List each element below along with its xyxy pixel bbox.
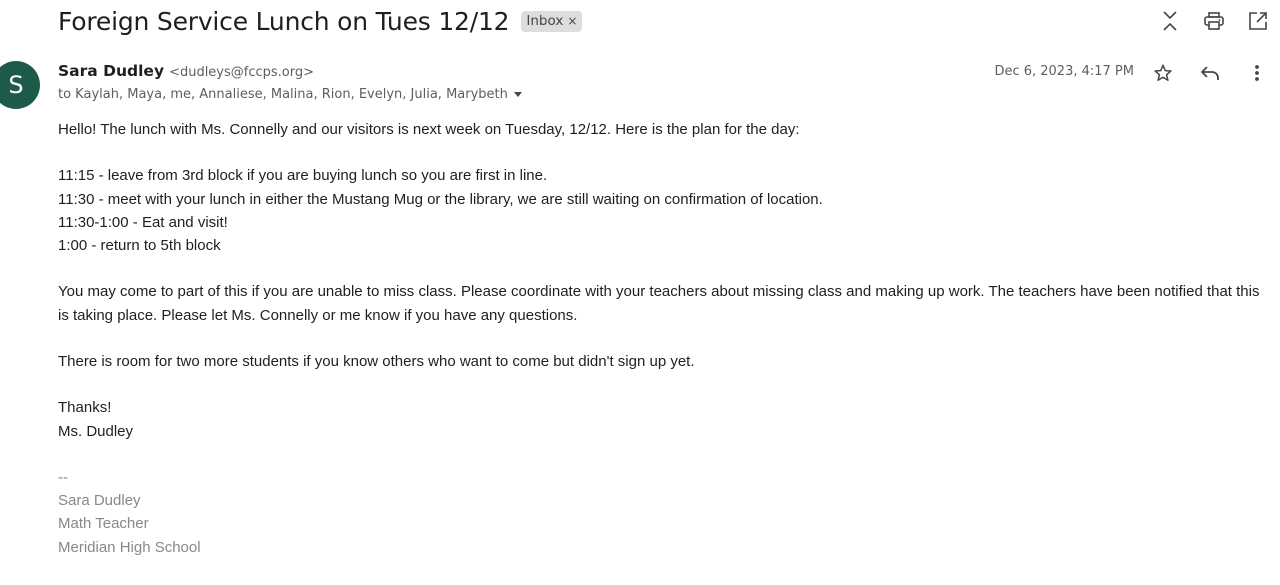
schedule-item: 11:30-1:00 - Eat and visit! [58,213,228,231]
email-subject: Foreign Service Lunch on Tues 12/12 [58,6,510,36]
signature-separator: -- [58,468,68,486]
recipients-toggle[interactable]: to Kaylah, Maya, me, Annaliese, Malina, … [58,87,522,102]
body-greeting: Hello! The lunch with Ms. Connelly and o… [58,121,800,138]
remove-label-icon[interactable]: × [567,14,577,28]
star-icon[interactable] [1139,61,1186,85]
sender-line: Sara Dudley <dudleys@fccps.org> [58,62,314,80]
open-in-new-icon[interactable] [1236,8,1280,34]
more-vert-icon[interactable] [1233,61,1280,85]
sender-email: <dudleys@fccps.org> [169,65,315,80]
schedule-item: 11:15 - leave from 3rd block if you are … [58,167,548,185]
caret-down-icon[interactable] [513,92,522,97]
body-signoff: Ms. Dudley [58,422,134,440]
recipients-text: to Kaylah, Maya, me, Annaliese, Malina, … [58,87,508,102]
thread-toolbar [1148,8,1280,34]
reply-icon[interactable] [1186,61,1233,85]
signature-name: Sara Dudley [58,492,141,510]
print-icon[interactable] [1192,8,1236,34]
message-date: Dec 6, 2023, 4:17 PM [994,64,1134,79]
unfold-less-icon[interactable] [1148,8,1192,34]
body-closing: Thanks! [58,399,112,417]
sender-name[interactable]: Sara Dudley [58,62,164,80]
schedule-item: 1:00 - return to 5th block [58,237,221,254]
email-signature: -- Sara Dudley Math Teacher Meridian Hig… [58,466,1268,559]
avatar[interactable]: S [0,61,40,109]
label-chip-inbox[interactable]: Inbox × [521,10,583,32]
schedule-item: 11:30 - meet with your lunch in either t… [58,190,823,208]
subject-row: Foreign Service Lunch on Tues 12/12 Inbo… [58,2,583,40]
body-paragraph: There is room for two more students if y… [58,352,695,370]
signature-school: Meridian High School [58,538,201,556]
signature-title: Math Teacher [58,515,149,533]
label-chip-text: Inbox [526,13,564,29]
message-actions [1139,61,1280,85]
message-body: Hello! The lunch with Ms. Connelly and o… [58,118,1268,559]
body-paragraph: You may come to part of this if you are … [58,283,1260,324]
